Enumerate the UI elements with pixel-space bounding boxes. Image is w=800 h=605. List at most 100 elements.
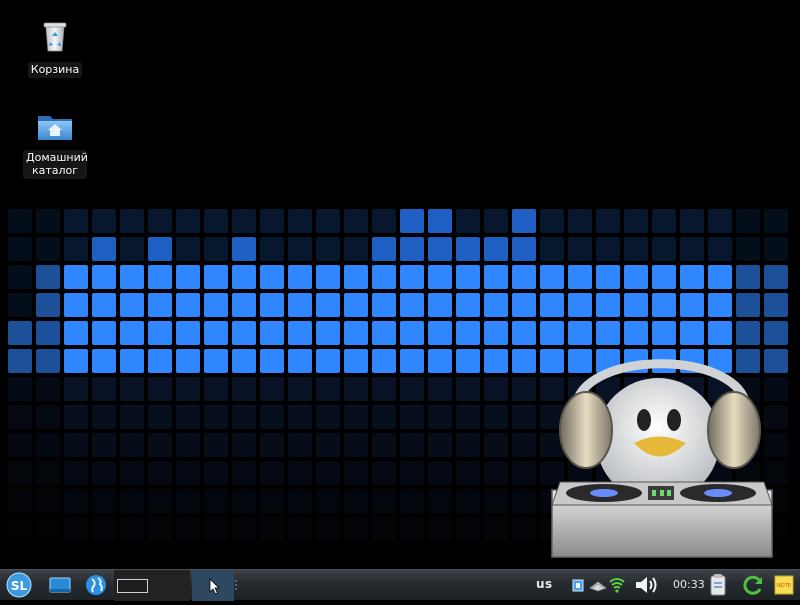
trash-icon: [35, 18, 75, 58]
equalizer-cell: [232, 265, 256, 289]
equalizer-cell: [204, 349, 228, 373]
desktop-icon-home-folder[interactable]: Домашний каталог: [23, 108, 88, 179]
equalizer-cell: [148, 293, 172, 317]
equalizer-cell: [176, 349, 200, 373]
equalizer-cell: [316, 517, 340, 541]
equalizer-cell: [8, 489, 32, 513]
equalizer-cell: [288, 405, 312, 429]
network-tray[interactable]: [570, 572, 588, 598]
equalizer-cell: [176, 377, 200, 401]
equalizer-cell: [92, 517, 116, 541]
equalizer-cell: [64, 433, 88, 457]
equalizer-cell: [8, 209, 32, 233]
wifi-tray[interactable]: [607, 572, 627, 598]
equalizer-cell: [736, 293, 760, 317]
equalizer-cell: [400, 321, 424, 345]
equalizer-cell: [316, 489, 340, 513]
equalizer-cell: [372, 349, 396, 373]
equalizer-cell: [680, 237, 704, 261]
clipboard-icon: [710, 574, 726, 596]
equalizer-cell: [344, 321, 368, 345]
volume-tray[interactable]: [632, 572, 662, 598]
equalizer-cell: [512, 293, 536, 317]
browser-launcher[interactable]: [83, 572, 109, 598]
cursor-icon: [209, 578, 220, 595]
equalizer-cell: [680, 209, 704, 233]
equalizer-cell: [176, 265, 200, 289]
taskbar-active-entry[interactable]: [192, 570, 234, 601]
equalizer-cell: [176, 321, 200, 345]
equalizer-cell: [288, 517, 312, 541]
start-menu-button[interactable]: SL: [5, 572, 33, 598]
equalizer-cell: [372, 209, 396, 233]
equalizer-cell: [204, 293, 228, 317]
equalizer-cell: [260, 461, 284, 485]
equalizer-cell: [148, 489, 172, 513]
equalizer-cell: [512, 489, 536, 513]
equalizer-cell: [92, 489, 116, 513]
equalizer-cell: [36, 433, 60, 457]
equalizer-cell: [316, 461, 340, 485]
equalizer-cell: [736, 265, 760, 289]
equalizer-cell: [92, 349, 116, 373]
equalizer-cell: [36, 349, 60, 373]
equalizer-cell: [204, 517, 228, 541]
desktop-icon-trash[interactable]: Корзина: [23, 18, 87, 78]
equalizer-cell: [512, 461, 536, 485]
equalizer-cell: [624, 265, 648, 289]
show-desktop-button[interactable]: [47, 572, 73, 598]
equalizer-cell: [400, 377, 424, 401]
equalizer-cell: [652, 237, 676, 261]
equalizer-cell: [288, 349, 312, 373]
equalizer-cell: [344, 265, 368, 289]
equalizer-cell: [512, 321, 536, 345]
equalizer-cell: [344, 237, 368, 261]
equalizer-cell: [624, 209, 648, 233]
equalizer-cell: [8, 321, 32, 345]
equalizer-cell: [316, 377, 340, 401]
equalizer-cell: [456, 349, 480, 373]
equalizer-cell: [232, 349, 256, 373]
update-tray[interactable]: [741, 572, 765, 598]
equalizer-cell: [428, 377, 452, 401]
equalizer-cell: [484, 209, 508, 233]
equalizer-cell: [316, 349, 340, 373]
keyboard-layout-indicator[interactable]: us: [536, 577, 553, 591]
equalizer-cell: [344, 349, 368, 373]
notes-tray[interactable]: NOTE: [772, 572, 796, 598]
equalizer-cell: [456, 517, 480, 541]
equalizer-cell: [484, 377, 508, 401]
equalizer-cell: [92, 433, 116, 457]
equalizer-cell: [708, 321, 732, 345]
equalizer-cell: [232, 293, 256, 317]
equalizer-cell: [764, 293, 788, 317]
desktop[interactable]: Корзина Домашний каталог: [0, 0, 800, 569]
equalizer-cell: [680, 293, 704, 317]
equalizer-cell: [204, 433, 228, 457]
equalizer-cell: [456, 293, 480, 317]
clock[interactable]: 00:33: [673, 578, 705, 591]
equalizer-cell: [64, 349, 88, 373]
equalizer-cell: [512, 433, 536, 457]
equalizer-cell: [204, 209, 228, 233]
clipboard-tray[interactable]: [706, 572, 730, 598]
equalizer-cell: [540, 293, 564, 317]
taskbar: SL us 00:33 NOTE: [0, 569, 800, 601]
equalizer-cell: [232, 489, 256, 513]
taskbar-separator[interactable]: [234, 572, 238, 598]
equalizer-cell: [624, 293, 648, 317]
equalizer-cell: [316, 433, 340, 457]
equalizer-cell: [260, 237, 284, 261]
equalizer-cell: [428, 321, 452, 345]
equalizer-cell: [484, 461, 508, 485]
home-folder-icon: [35, 108, 75, 148]
equalizer-cell: [36, 517, 60, 541]
equalizer-cell: [64, 209, 88, 233]
equalizer-cell: [64, 405, 88, 429]
equalizer-cell: [148, 237, 172, 261]
equalizer-cell: [456, 405, 480, 429]
equalizer-cell: [456, 461, 480, 485]
equalizer-cell: [120, 461, 144, 485]
ethernet-tray[interactable]: [588, 572, 608, 598]
equalizer-cell: [176, 517, 200, 541]
